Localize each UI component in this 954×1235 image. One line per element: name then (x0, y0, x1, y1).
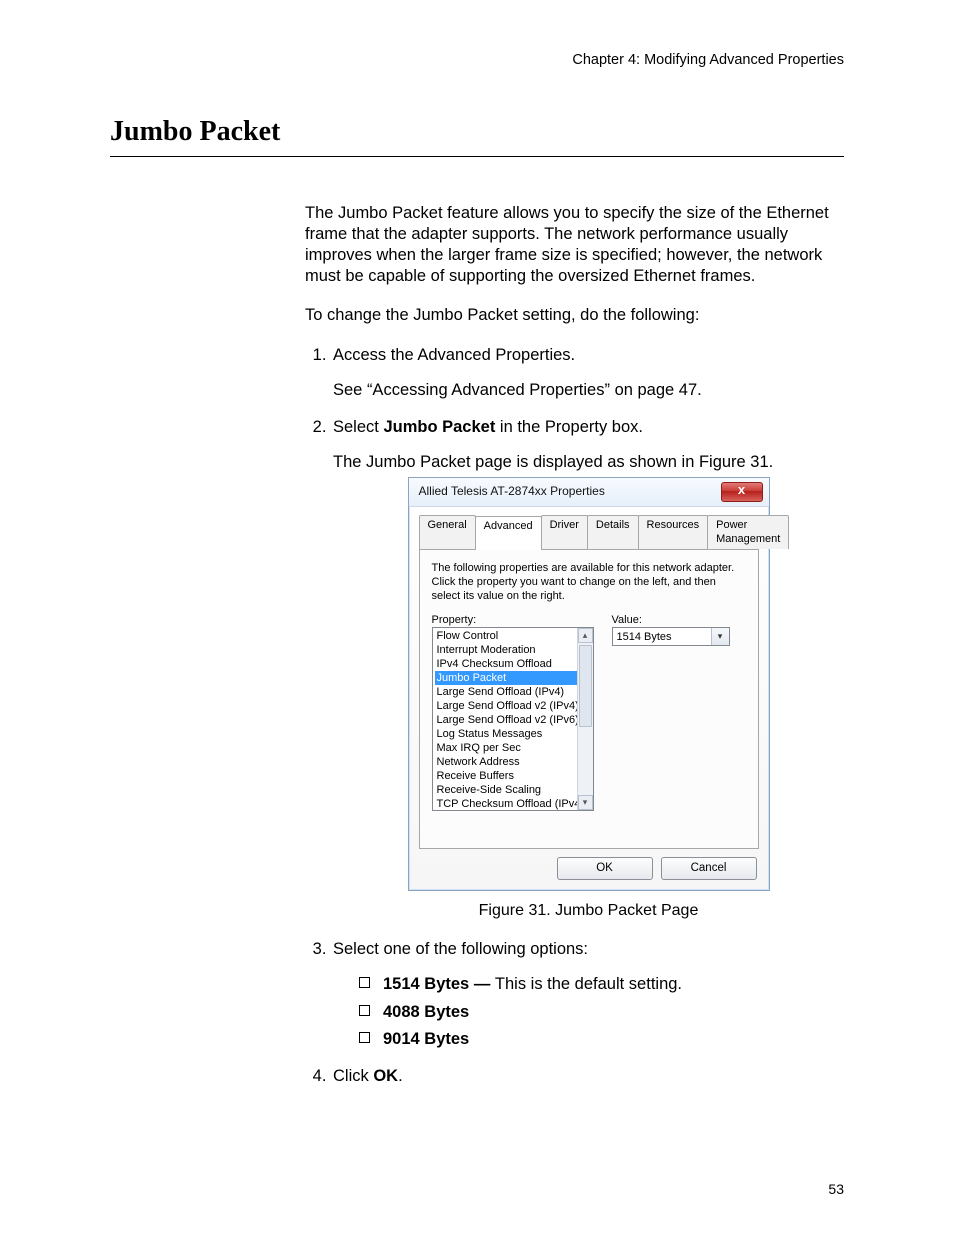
value-label: Value: (612, 613, 746, 627)
close-icon: x (738, 482, 745, 497)
options-list: 1514 Bytes — This is the default setting… (333, 974, 844, 1049)
cancel-button[interactable]: Cancel (661, 857, 757, 880)
value-select[interactable]: 1514 Bytes ▾ (612, 627, 730, 646)
property-item[interactable]: Large Send Offload v2 (IPv4) (435, 699, 591, 713)
lead-paragraph: To change the Jumbo Packet setting, do t… (305, 305, 844, 326)
property-label: Property: (432, 613, 594, 627)
option-1514-bold: 1514 Bytes — (383, 975, 495, 993)
tab-driver[interactable]: Driver (541, 515, 588, 549)
property-item[interactable]: Receive Buffers (435, 769, 591, 783)
step-4-post: . (398, 1067, 403, 1085)
property-item[interactable]: Jumbo Packet (435, 671, 591, 685)
step-1-text: Access the Advanced Properties. (333, 346, 575, 364)
option-9014-bold: 9014 Bytes (383, 1030, 469, 1048)
option-4088-bold: 4088 Bytes (383, 1003, 469, 1021)
body-column: The Jumbo Packet feature allows you to s… (305, 203, 844, 1087)
option-9014: 9014 Bytes (359, 1029, 844, 1050)
step-2-post: in the Property box. (495, 418, 643, 436)
step-4-bold: OK (373, 1067, 398, 1085)
property-item[interactable]: Receive-Side Scaling (435, 783, 591, 797)
chevron-down-icon: ▾ (711, 628, 729, 645)
tab-general[interactable]: General (419, 515, 476, 549)
steps-list: Access the Advanced Properties. See “Acc… (305, 345, 844, 1087)
listbox-scrollbar[interactable]: ▴ ▾ (577, 628, 593, 810)
dialog-titlebar: Allied Telesis AT-2874xx Properties x (409, 478, 769, 507)
step-2-pre: Select (333, 418, 383, 436)
step-2-sub: The Jumbo Packet page is displayed as sh… (333, 452, 844, 473)
tab-content: The following properties are available f… (419, 549, 759, 849)
property-item[interactable]: IPv4 Checksum Offload (435, 657, 591, 671)
property-column: Property: Flow ControlInterrupt Moderati… (432, 613, 594, 811)
scroll-down-icon[interactable]: ▾ (578, 795, 593, 810)
close-button[interactable]: x (721, 482, 763, 502)
running-header: Chapter 4: Modifying Advanced Properties (110, 52, 844, 68)
value-select-text: 1514 Bytes (617, 630, 672, 644)
dialog-title: Allied Telesis AT-2874xx Properties (419, 484, 605, 499)
property-item[interactable]: Flow Control (435, 629, 591, 643)
intro-paragraph: The Jumbo Packet feature allows you to s… (305, 203, 844, 287)
step-3: Select one of the following options: 151… (331, 939, 844, 1049)
step-3-text: Select one of the following options: (333, 940, 588, 958)
page-number: 53 (828, 1181, 844, 1197)
step-4-pre: Click (333, 1067, 373, 1085)
value-column: Value: 1514 Bytes ▾ (612, 613, 746, 811)
property-item[interactable]: TCP Checksum Offload (IPv4) (435, 797, 591, 811)
tab-power-management[interactable]: Power Management (707, 515, 789, 549)
section-heading: Jumbo Packet (110, 116, 844, 150)
tab-details[interactable]: Details (587, 515, 639, 549)
heading-rule (110, 156, 844, 157)
property-item[interactable]: Network Address (435, 755, 591, 769)
property-item[interactable]: Large Send Offload (IPv4) (435, 685, 591, 699)
step-2: Select Jumbo Packet in the Property box.… (331, 417, 844, 922)
property-item[interactable]: Interrupt Moderation (435, 643, 591, 657)
option-1514: 1514 Bytes — This is the default setting… (359, 974, 844, 995)
property-item[interactable]: Log Status Messages (435, 727, 591, 741)
ok-button[interactable]: OK (557, 857, 653, 880)
figure-caption: Figure 31. Jumbo Packet Page (333, 901, 844, 921)
step-4: Click OK. (331, 1066, 844, 1087)
tab-resources[interactable]: Resources (638, 515, 709, 549)
property-listbox[interactable]: Flow ControlInterrupt ModerationIPv4 Che… (432, 627, 594, 811)
scroll-thumb[interactable] (579, 645, 592, 727)
dialog-button-row: OK Cancel (409, 849, 769, 890)
step-1-sub: See “Accessing Advanced Properties” on p… (333, 380, 844, 401)
scroll-up-icon[interactable]: ▴ (578, 628, 593, 643)
step-1: Access the Advanced Properties. See “Acc… (331, 345, 844, 401)
tab-advanced[interactable]: Advanced (475, 516, 542, 550)
tab-bar: General Advanced Driver Details Resource… (409, 507, 769, 549)
option-1514-rest: This is the default setting. (495, 975, 682, 993)
property-item[interactable]: Large Send Offload v2 (IPv6) (435, 713, 591, 727)
option-4088: 4088 Bytes (359, 1002, 844, 1023)
dialog-description: The following properties are available f… (432, 562, 746, 603)
properties-dialog: Allied Telesis AT-2874xx Properties x Ge… (408, 477, 770, 891)
property-item[interactable]: Max IRQ per Sec (435, 741, 591, 755)
step-2-bold: Jumbo Packet (383, 418, 495, 436)
